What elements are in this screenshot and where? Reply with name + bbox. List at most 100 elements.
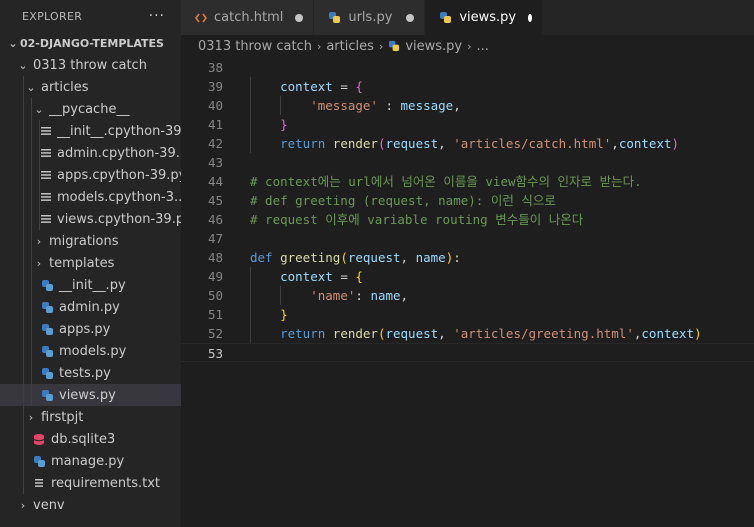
tree-item-label: admin.py (59, 299, 120, 315)
tree-item[interactable]: apps.cpython-39.pyc (0, 164, 181, 186)
code-line[interactable]: 45 # def greeting (request, name): 이런 식으로 (181, 191, 754, 210)
breadcrumb-more[interactable]: ... (477, 39, 489, 54)
indent-guide (23, 318, 24, 340)
more-actions-icon[interactable]: ··· (149, 8, 165, 24)
breadcrumb-file[interactable]: views.py (405, 39, 462, 54)
tree-item[interactable]: › migrations (0, 230, 181, 252)
indent-guide (23, 252, 24, 274)
code-token: context (641, 326, 695, 341)
python-icon (32, 454, 46, 468)
code-token: render (332, 136, 378, 151)
code-token: ( (340, 250, 348, 265)
code-line[interactable]: 51 } (181, 305, 754, 324)
code-line[interactable]: 40 'message' : message, (181, 96, 754, 115)
tree-item[interactable]: tests.py (0, 362, 181, 384)
code-line[interactable]: 39 context = { (181, 77, 754, 96)
line-number: 51 (207, 307, 223, 322)
tree-item[interactable]: › templates (0, 252, 181, 274)
line-number: 40 (207, 98, 223, 113)
code-token: 'articles/catch.html' (453, 136, 612, 151)
code-token: request (385, 326, 439, 341)
code-line[interactable]: 52 return render(request, 'articles/gree… (181, 324, 754, 343)
code-token: = (332, 79, 356, 94)
tree-item[interactable]: ⌄ __pycache__ (0, 98, 181, 120)
unsaved-dot-icon[interactable] (528, 13, 533, 22)
unsaved-dot-icon[interactable] (295, 13, 304, 22)
code-line[interactable]: 49 context = { (181, 267, 754, 286)
tree-item[interactable]: ⌄ 0313 throw catch (0, 54, 181, 76)
code-token: message (400, 98, 454, 113)
line-number: 53 (207, 346, 223, 361)
indent-guide (39, 120, 40, 142)
tree-item-label: manage.py (51, 453, 125, 469)
breadcrumb: 0313 throw catch › articles › views.py ›… (181, 35, 754, 57)
tree-item[interactable]: apps.py (0, 318, 181, 340)
code-line[interactable]: 41 } (181, 115, 754, 134)
indent-guide (39, 208, 40, 230)
tree-item[interactable]: admin.py (0, 296, 181, 318)
python-icon (328, 11, 341, 24)
unsaved-dot-icon[interactable] (406, 13, 415, 22)
tree-item[interactable]: views.cpython-39.p... (0, 208, 181, 230)
tree-item[interactable]: requirements.txt (0, 472, 181, 494)
code-line[interactable]: 42 return render(request, 'articles/catc… (181, 134, 754, 153)
tree-item-label: migrations (49, 233, 119, 249)
indent-guide (31, 274, 32, 296)
binary-file-icon (40, 212, 52, 226)
tree-item-label: apps.py (59, 321, 111, 337)
breadcrumb-folder[interactable]: articles (326, 39, 374, 54)
code-line[interactable]: 44 # context에는 url에서 넘어온 이름을 view함수의 인자로 … (181, 172, 754, 191)
tree-item[interactable]: › firstpjt (0, 406, 181, 428)
code-line[interactable]: 50 'name': name, (181, 286, 754, 305)
tree-item[interactable]: __init__.cpython-39.... (0, 120, 181, 142)
python-icon (40, 322, 54, 336)
code-line[interactable]: 53 (181, 343, 754, 362)
code-text: } (250, 115, 288, 134)
tree-item-label: __init__.cpython-39.... (57, 123, 181, 139)
chevron-right-icon: › (467, 39, 472, 53)
chevron-right-icon: › (36, 256, 42, 270)
code-text: context = { (250, 77, 363, 96)
explorer-sidebar: EXPLORER ··· ⌄ 02-DJANGO-TEMPLATES ⌄ 0313… (0, 0, 181, 527)
python-icon (40, 278, 54, 292)
code-token: , (400, 288, 409, 303)
tab-views-py[interactable]: views.py (425, 0, 544, 35)
workspace-root[interactable]: ⌄ 02-DJANGO-TEMPLATES (0, 32, 181, 54)
tree-item[interactable]: ⌄ articles (0, 76, 181, 98)
code-line[interactable]: 48 def greeting(request, name): (181, 248, 754, 267)
indent-guide (31, 384, 32, 406)
tree-item[interactable]: models.py (0, 340, 181, 362)
tab-label: catch.html (214, 10, 284, 25)
code-token: , (400, 250, 416, 265)
code-text: # request 이후에 variable routing 변수들이 나온다 (250, 210, 583, 229)
breadcrumb-folder[interactable]: 0313 throw catch (198, 39, 312, 54)
tree-item[interactable]: › venv (0, 494, 181, 516)
tree-item[interactable]: db.sqlite3 (0, 428, 181, 450)
line-number: 47 (207, 231, 223, 246)
tree-item[interactable]: __init__.py (0, 274, 181, 296)
html-icon (195, 12, 207, 24)
tree-item[interactable]: manage.py (0, 450, 181, 472)
code-token: context (618, 136, 672, 151)
tree-item[interactable]: admin.cpython-39.... (0, 142, 181, 164)
code-line[interactable]: 46 # request 이후에 variable routing 변수들이 나온… (181, 210, 754, 229)
indent-guide (23, 76, 24, 98)
indent-guide (23, 164, 24, 186)
code-line[interactable]: 43 (181, 153, 754, 172)
tab-urls-py[interactable]: urls.py (314, 0, 426, 35)
indent-guide (23, 186, 24, 208)
file-tree: ⌄ 0313 throw catch ⌄ articles ⌄ __pycache__ __… (0, 54, 181, 516)
code-token: # request 이후에 variable routing 변수들이 나온다 (250, 212, 584, 227)
code-token: , (438, 136, 454, 151)
code-line[interactable]: 38 (181, 58, 754, 77)
tree-item[interactable]: views.py (0, 384, 181, 406)
code-token: return (280, 326, 326, 341)
workspace-root-label: 02-DJANGO-TEMPLATES (20, 36, 164, 50)
code-line[interactable]: 47 (181, 229, 754, 248)
line-number: 41 (207, 117, 223, 132)
tab-catch-html[interactable]: catch.html (181, 0, 315, 35)
chevron-down-icon: ⌄ (34, 102, 44, 116)
code-editor[interactable]: 38 39 context = {40 'message' : message, 4… (181, 57, 754, 527)
tree-item[interactable]: models.cpython-3... (0, 186, 181, 208)
